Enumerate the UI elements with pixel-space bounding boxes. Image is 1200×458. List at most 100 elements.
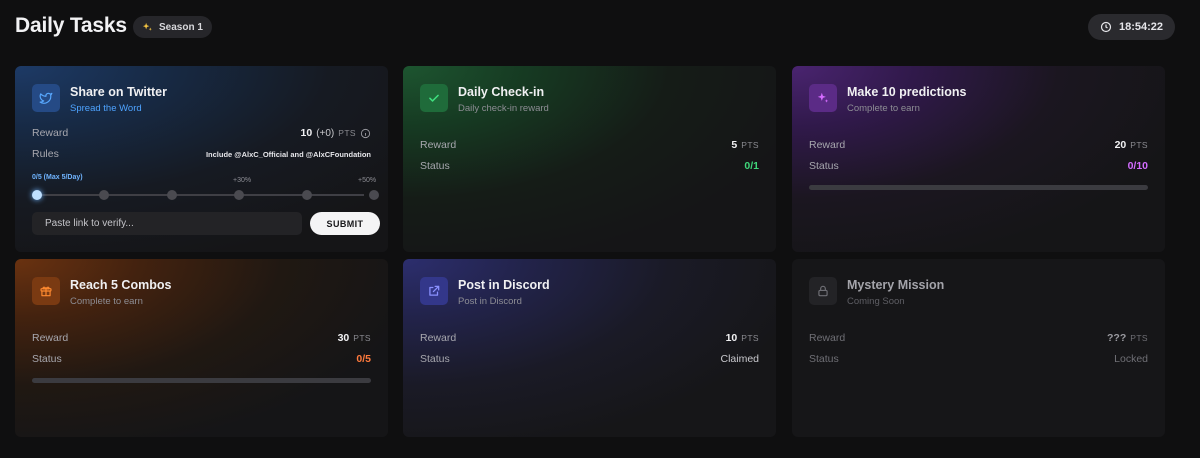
reward-value: ??? PTS [1107,332,1148,344]
progress-bar [809,185,1148,190]
verify-link-input[interactable] [32,212,302,235]
timer-value: 18:54:22 [1118,21,1163,33]
task-card-post-discord: Post in Discord Post in Discord Reward 1… [403,259,776,437]
pts-unit: PTS [741,140,759,150]
card-title: Post in Discord [458,278,550,292]
task-card-share-twitter: Share on Twitter Spread the Word Reward … [15,66,388,252]
gift-icon-box [32,277,60,305]
reward-points: 20 [1114,139,1127,151]
reward-value: 10 PTS [726,332,759,344]
tier-dot [369,190,379,200]
tier-current-label: 0/5 (Max 5/Day) [32,174,83,181]
status-row: Status Locked [809,353,1148,365]
status-label: Status [809,160,839,172]
reward-value: 20 PTS [1115,139,1148,151]
rules-value: Include @AlxC_Official and @AlxCFoundati… [205,149,371,159]
reward-row: Reward ??? PTS [809,332,1148,344]
reward-row: Reward 10 (+0) PTS [32,127,371,139]
reward-row: Reward 20 PTS [809,139,1148,151]
reward-label: Reward [809,139,846,151]
pts-unit: PTS [1130,140,1148,150]
card-title: Share on Twitter [70,85,168,99]
tier-dot [32,190,42,200]
status-value: Claimed [720,353,759,365]
reward-value: 30 PTS [338,332,371,344]
status-row: Status 0/5 [32,353,371,365]
card-subtitle: Daily check-in reward [458,103,549,114]
task-card-reach-combos: Reach 5 Combos Complete to earn Reward 3… [15,259,388,437]
page-title: Daily Tasks [15,14,127,37]
rules-row: Rules Include @AlxC_Official and @AlxCFo… [32,148,371,160]
card-title: Mystery Mission [847,278,945,292]
card-subtitle: Coming Soon [847,296,905,307]
check-icon [429,94,439,102]
pts-unit: PTS [353,333,371,343]
status-label: Status [809,353,839,365]
card-title: Reach 5 Combos [70,278,172,292]
reward-row: Reward 5 PTS [420,139,759,151]
lock-icon [818,285,828,297]
reward-label: Reward [32,332,69,344]
daily-tasks-page: Daily Tasks Season 1 18:54:22 Share on T… [0,0,1200,458]
reward-value: 10 (+0) PTS [301,127,371,139]
rules-label: Rules [32,148,59,160]
card-subtitle: Post in Discord [458,296,522,307]
clock-icon [1100,21,1112,33]
reward-points: ??? [1107,332,1127,344]
reward-points: 30 [337,332,350,344]
pts-unit: PTS [741,333,759,343]
check-icon-box [420,84,448,112]
progress-bar [32,378,371,383]
twitter-icon-box [32,84,60,112]
status-row: Status 0/10 [809,160,1148,172]
pts-unit: PTS [1130,333,1148,343]
task-card-daily-checkin: Daily Check-in Daily check-in reward Rew… [403,66,776,252]
reward-points: 10 [725,332,738,344]
reward-row: Reward 10 PTS [420,332,759,344]
sparkle-icon-box [809,84,837,112]
status-value: Locked [1114,353,1148,365]
status-label: Status [32,353,62,365]
status-value: 0/1 [744,160,759,172]
card-subtitle: Spread the Word [70,103,142,114]
reward-points: 5 [731,139,738,151]
reward-bonus: (+0) [316,128,335,139]
card-title: Make 10 predictions [847,85,967,99]
external-link-icon-box [420,277,448,305]
lock-icon-box [809,277,837,305]
status-value: 0/5 [356,353,371,365]
tier-dot [167,190,177,200]
reward-label: Reward [420,139,457,151]
tier-track [37,194,364,196]
countdown-timer: 18:54:22 [1087,14,1175,40]
reward-points: 10 [300,127,313,139]
tier-dot [234,190,244,200]
sparkle-icon [817,92,829,103]
sparkle-icon [142,22,152,31]
twitter-icon [39,92,53,104]
pts-unit: PTS [338,128,356,138]
tier-dot [302,190,312,200]
status-value: 0/10 [1127,160,1148,172]
task-card-mystery-mission: Mystery Mission Coming Soon Reward ??? P… [792,259,1165,437]
status-row: Status 0/1 [420,160,759,172]
task-card-make-predictions: Make 10 predictions Complete to earn Rew… [792,66,1165,252]
reward-label: Reward [809,332,846,344]
reward-label: Reward [420,332,457,344]
tier-mid-label: +30% [233,177,252,184]
card-subtitle: Complete to earn [847,103,920,114]
tier-dot [99,190,109,200]
season-badge: Season 1 [133,16,212,38]
season-label: Season 1 [159,21,203,33]
reward-row: Reward 30 PTS [32,332,371,344]
external-link-icon [429,285,440,296]
info-icon[interactable] [360,128,371,139]
gift-icon [40,286,52,297]
reward-label: Reward [32,127,69,139]
submit-button[interactable]: SUBMIT [310,212,380,235]
card-subtitle: Complete to earn [70,296,143,307]
status-label: Status [420,160,450,172]
card-title: Daily Check-in [458,85,545,99]
status-row: Status Claimed [420,353,759,365]
status-label: Status [420,353,450,365]
